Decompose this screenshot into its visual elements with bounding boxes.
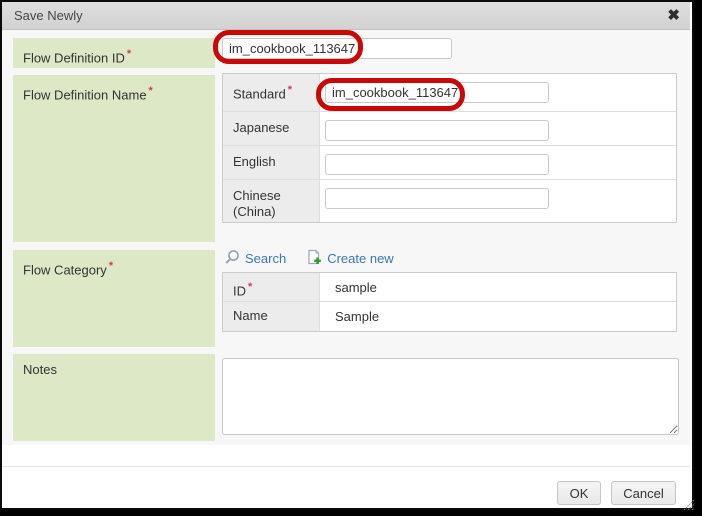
flow-definition-id-label-text: Flow Definition ID [23,50,125,65]
flow-definition-name-label: Flow Definition Name* [13,75,215,242]
category-id-value-cell: sample [320,273,676,301]
category-name-value-cell: Sample [320,302,676,331]
new-document-icon [306,249,322,270]
create-new-link[interactable]: Create new [327,251,393,266]
locale-label-english: English [223,146,320,179]
footer-divider [2,466,690,467]
locale-label-text: English [233,154,276,169]
locale-value-cell [320,74,676,111]
cancel-button[interactable]: Cancel [611,481,676,505]
ok-button[interactable]: OK [557,481,601,505]
dialog-titlebar: Save Newly ✖ [2,2,690,30]
flow-definition-id-label: Flow Definition ID* [13,38,215,68]
locale-label-chinese: Chinese (China) [223,180,320,222]
locale-value-cell [320,180,676,222]
resize-grip[interactable] [681,497,694,510]
category-id-value: sample [320,273,676,295]
flow-definition-id-input[interactable] [222,38,452,59]
locale-name-table: Standard* Japanese English Chinese [222,73,677,223]
notes-textarea[interactable] [222,358,679,435]
category-name-value: Sample [320,302,676,324]
locale-value-cell [320,112,676,145]
locale-label-text: Standard [233,86,286,101]
table-row: Name Sample [223,302,676,331]
magnifier-icon [224,249,240,270]
notes-label-text: Notes [23,362,57,377]
category-label-text: Name [233,308,268,323]
flow-category-label: Flow Category* [13,250,215,347]
table-row: Japanese [223,112,676,146]
required-marker: * [288,84,292,96]
required-marker: * [149,85,153,97]
locale-value-cell [320,146,676,179]
japanese-name-input[interactable] [325,120,549,141]
search-link[interactable]: Search [245,251,286,266]
chinese-name-input[interactable] [325,188,549,209]
required-marker: * [248,281,252,293]
category-name-label: Name [223,302,320,331]
dialog-title: Save Newly [14,2,83,29]
locale-label-text: Chinese (China) [233,188,281,219]
save-newly-dialog: Save Newly ✖ Flow Definition ID* Flow De… [0,0,694,510]
english-name-input[interactable] [325,154,549,175]
table-row: Chinese (China) [223,180,676,222]
locale-label-text: Japanese [233,120,289,135]
close-icon[interactable]: ✖ [667,7,680,24]
locale-label-japanese: Japanese [223,112,320,145]
required-marker: * [127,48,131,60]
notes-label: Notes [13,354,215,441]
flow-category-label-text: Flow Category [23,262,107,277]
standard-name-input[interactable] [325,82,549,103]
category-id-label: ID* [223,273,320,301]
flow-category-actions: Search Create new [224,248,394,268]
table-row: ID* sample [223,273,676,302]
flow-definition-name-label-text: Flow Definition Name [23,87,147,102]
required-marker: * [109,260,113,272]
table-row: English [223,146,676,180]
table-row: Standard* [223,74,676,112]
flow-category-table: ID* sample Name Sample [222,272,677,332]
category-label-text: ID [233,283,246,298]
locale-label-standard: Standard* [223,74,320,111]
